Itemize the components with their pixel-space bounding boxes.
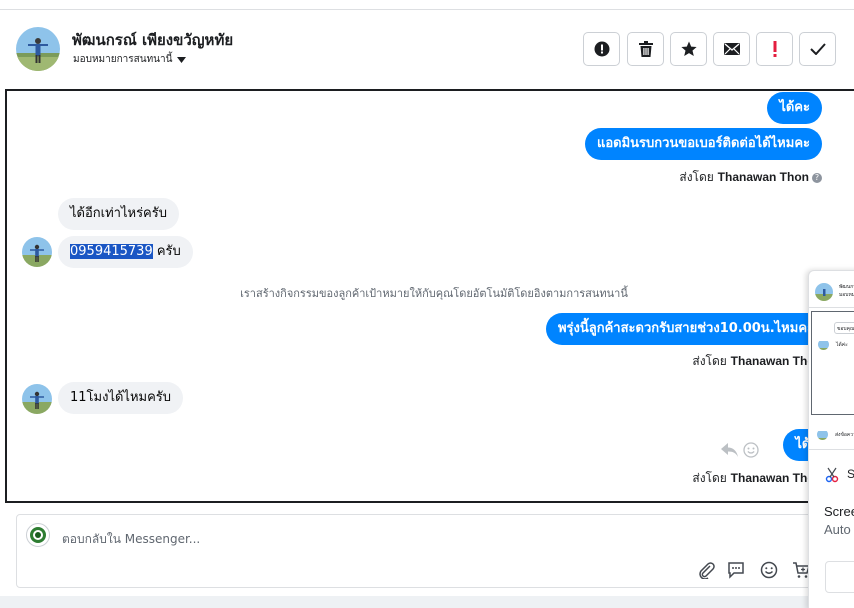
emoji-button[interactable] [758, 559, 780, 581]
incoming-message[interactable]: 0959415739 ครับ [58, 236, 193, 268]
snipping-tool-icon [825, 467, 839, 483]
assign-conversation-dropdown[interactable]: มอบหมายการสนทนานี้ [73, 52, 187, 67]
contact-avatar[interactable] [16, 27, 60, 71]
popup-avatar [817, 429, 828, 440]
smiley-icon [760, 561, 778, 579]
popup-text: มอบหมาย [839, 292, 854, 298]
popup-action-button[interactable] [825, 561, 854, 593]
sent-by-label: ส่งโดย Thanawan Thon? [679, 168, 822, 187]
popup-avatar [815, 283, 833, 301]
popup-text: ขอบคุณ [837, 326, 854, 332]
incoming-message[interactable]: 11โมงได้ไหมครับ [58, 382, 184, 414]
outgoing-message[interactable]: แอดมินรบกวนขอเบอร์ติดต่อได้ไหมคะ [584, 128, 822, 160]
mail-icon [723, 43, 740, 55]
system-notice: เราสร้างกิจกรรมของลูกค้าเป้าหมายให้กับคุ… [240, 287, 628, 300]
mark-done-button[interactable] [799, 32, 836, 66]
page-footer-band [0, 596, 854, 608]
sent-by-prefix: ส่งโดย [692, 471, 727, 485]
sent-by-label: ส่งโดย Thanawan Thon [692, 352, 822, 371]
sent-by-prefix: ส่งโดย [679, 170, 714, 184]
important-icon [773, 41, 776, 57]
assign-label: มอบหมายการสนทนานี้ [73, 54, 173, 65]
sent-by-label: ส่งโดย Thanawan Thon [692, 469, 822, 488]
popup-text: พัฒนกรณ์ [839, 284, 854, 290]
contact-avatar-small [22, 237, 52, 267]
contact-avatar-small [22, 384, 52, 414]
star-icon [680, 41, 697, 56]
saved-replies-button[interactable] [725, 559, 747, 581]
attach-button[interactable] [695, 559, 717, 581]
star-button[interactable] [670, 32, 707, 66]
important-button[interactable] [756, 32, 793, 66]
trash-icon [638, 41, 653, 57]
screenshot-popup-panel[interactable]: พัฒนกรณ์ มอบหมาย ขอบคุณ ได้ค่ะ ส่งข้อควา… [808, 270, 854, 608]
phone-number[interactable]: 0959415739 [70, 244, 153, 259]
reply-icon[interactable] [721, 443, 739, 457]
reply-composer[interactable]: ตอบกลับใน Messenger... [16, 514, 854, 588]
page-avatar [26, 523, 50, 547]
outgoing-message[interactable]: ได้คะ [767, 92, 822, 124]
message-suffix: ครับ [152, 244, 181, 259]
popup-title: Scree [824, 504, 854, 519]
popup-text: ส่งข้อความ [835, 432, 854, 438]
incoming-message[interactable]: ได้อีกเท่าไหร่ครับ [58, 198, 179, 230]
conversation-header: พัฒนกรณ์ เพียงขวัญหทัย มอบหมายการสนทนานี… [0, 10, 854, 88]
paperclip-icon [699, 562, 715, 579]
outgoing-message[interactable]: พรุ่งนี้ลูกค้าสะดวกรับสายช่วง10.00น.ไหมค… [545, 313, 826, 345]
message-thread[interactable]: ได้คะ แอดมินรบกวนขอเบอร์ติดต่อได้ไหมคะ ส… [5, 89, 854, 503]
help-icon[interactable]: ? [812, 173, 822, 183]
spam-icon [594, 41, 609, 57]
sent-by-prefix: ส่งโดย [692, 354, 727, 368]
popup-divider [809, 307, 854, 308]
delete-button[interactable] [627, 32, 664, 66]
mark-unread-button[interactable] [713, 32, 750, 66]
popup-text: ได้ค่ะ [836, 342, 848, 348]
reply-input[interactable]: ตอบกลับใน Messenger... [62, 530, 200, 549]
spam-button[interactable] [583, 32, 620, 66]
popup-subtitle: Auto [824, 522, 851, 537]
check-icon [809, 43, 826, 55]
chat-bubble-icon [728, 562, 744, 579]
sender-name: Thanawan Thon [717, 170, 809, 184]
contact-name: พัฒนกรณ์ เพียงขวัญหทัย [72, 31, 234, 49]
caret-down-icon [177, 56, 187, 63]
popup-divider [809, 449, 854, 450]
popup-preview-frame: ขอบคุณ ได้ค่ะ [811, 311, 854, 415]
emoji-react-icon[interactable] [743, 442, 759, 458]
popup-avatar [818, 339, 829, 350]
popup-app-label: S [847, 467, 854, 481]
